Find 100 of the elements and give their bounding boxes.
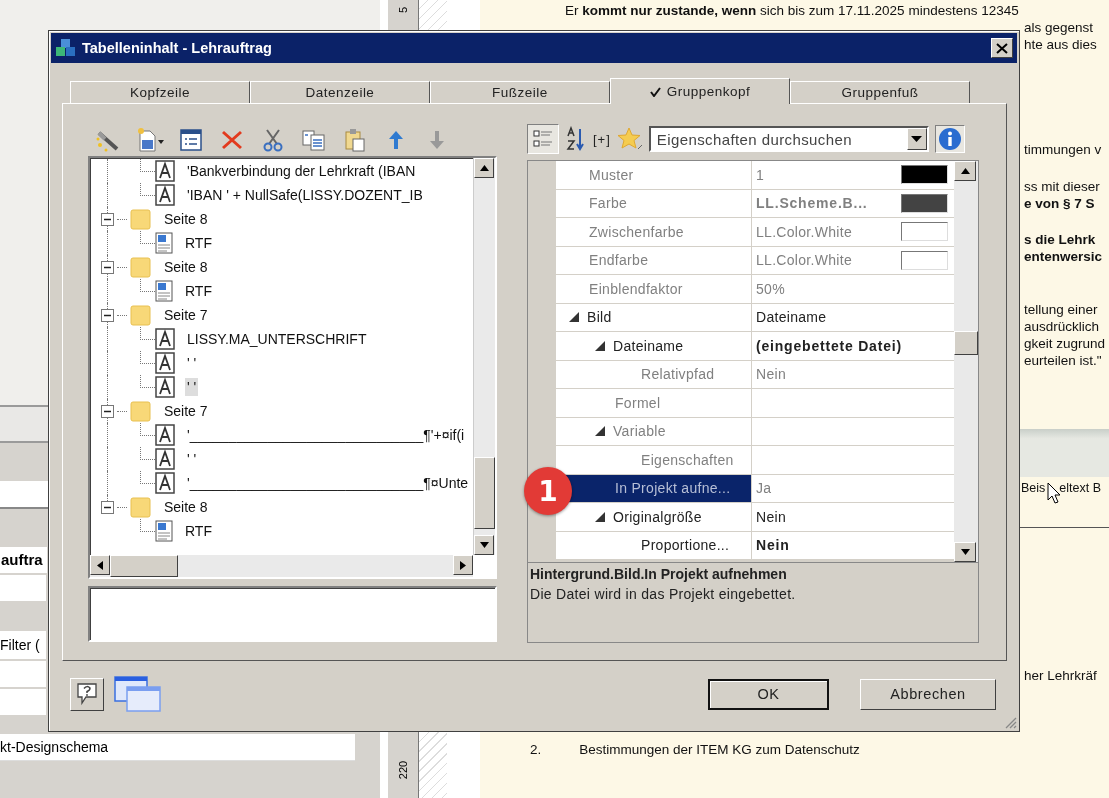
collapse-triangle-icon[interactable] — [595, 511, 605, 522]
close-button[interactable] — [991, 38, 1013, 58]
scroll-thumb[interactable] — [954, 331, 978, 355]
dialog-button[interactable]: OK — [708, 678, 829, 710]
collapse-icon[interactable] — [101, 212, 114, 226]
scroll-down-icon[interactable] — [479, 542, 489, 548]
property-name-cell[interactable]: Muster — [556, 161, 752, 190]
document-text: her Lehrkräf — [1024, 668, 1097, 683]
tree-item[interactable]: Seite 7 — [162, 306, 210, 324]
document-text: e von § 7 S — [1024, 195, 1095, 212]
tree-item[interactable]: 'IBAN ' + NullSafe(LISSY.DOZENT_IB — [185, 186, 425, 204]
property-value-cell[interactable]: 50% — [752, 275, 954, 304]
tree-item[interactable]: Seite 8 — [162, 498, 210, 516]
collapse-icon[interactable] — [101, 500, 114, 514]
folder-icon — [130, 208, 152, 230]
collapse-triangle-icon[interactable] — [595, 426, 605, 437]
collapse-icon[interactable] — [101, 308, 114, 322]
document-text: eurteilen ist." — [1024, 352, 1102, 369]
document-text: hte aus dies — [1024, 36, 1097, 53]
scroll-left-icon[interactable] — [97, 560, 103, 570]
tab[interactable]: Kopfzeile — [70, 81, 250, 103]
tab[interactable]: Datenzeile — [250, 81, 430, 103]
tree-item[interactable]: '______________________________¶'+¤if(i — [185, 426, 467, 444]
tree-item[interactable]: '______________________________¶¤Unte — [185, 474, 471, 492]
property-name-cell[interactable]: Zwischenfarbe — [556, 218, 752, 247]
search-field[interactable]: Eigenschaften durchsuchen — [648, 126, 929, 152]
scroll-thumb[interactable] — [110, 555, 178, 577]
rich-text-icon — [155, 520, 173, 542]
dropdown-icon[interactable] — [911, 136, 923, 142]
tree-item[interactable]: RTF — [183, 282, 214, 300]
property-value-cell[interactable]: Nein — [752, 360, 954, 389]
sort-alphabetical-icon[interactable] — [565, 126, 587, 152]
tree-item[interactable]: RTF — [183, 522, 214, 540]
copy-icon[interactable] — [300, 127, 327, 152]
property-value-cell[interactable]: LL.Color.White — [752, 246, 954, 275]
property-value-cell[interactable]: Nein — [752, 531, 954, 560]
collapse-triangle-icon[interactable] — [569, 312, 579, 323]
window-title: Tabelleninhalt - Lehrauftrag — [82, 40, 272, 56]
property-name-cell[interactable]: Proportione... — [556, 531, 752, 560]
property-name-cell[interactable]: Endfarbe — [556, 246, 752, 275]
tree-item[interactable]: Seite 7 — [162, 402, 210, 420]
property-name-cell[interactable]: Formel — [556, 389, 752, 418]
property-name-cell[interactable]: Originalgröße — [556, 503, 752, 532]
tab[interactable]: Gruppenfuß — [790, 81, 970, 103]
tree-item[interactable]: ' ' — [185, 378, 199, 396]
list-form-icon[interactable] — [178, 127, 203, 152]
info-button[interactable] — [934, 125, 965, 153]
property-value-cell[interactable]: Ja — [752, 474, 954, 503]
categorized-button[interactable] — [527, 124, 559, 154]
property-value-cell[interactable]: LL.Color.White — [752, 218, 954, 247]
delete-icon[interactable] — [219, 128, 244, 151]
document-text: gkeit zugrund — [1024, 335, 1106, 352]
property-value-cell[interactable]: Nein — [752, 503, 954, 532]
scrollbar[interactable] — [954, 161, 978, 562]
property-value-cell[interactable]: LL.Scheme.B... — [752, 189, 954, 218]
tree-item[interactable]: ' ' — [185, 354, 199, 372]
document-text: Beis — [1021, 481, 1046, 495]
collapse-icon[interactable] — [101, 260, 114, 274]
tree-item[interactable]: ' ' — [185, 450, 199, 468]
tab[interactable]: Gruppenkopf — [610, 78, 790, 104]
text-object-icon — [155, 184, 175, 206]
description-title: Hintergrund.Bild.In Projekt aufnehmen — [530, 566, 788, 582]
property-value-cell[interactable]: Dateiname — [752, 303, 954, 332]
help-button[interactable] — [70, 677, 104, 711]
tab[interactable]: Fußzeile — [430, 81, 610, 103]
tree-item[interactable]: Seite 8 — [162, 210, 210, 228]
property-name-cell[interactable]: Farbe — [556, 189, 752, 218]
property-value-cell[interactable] — [752, 446, 954, 475]
property-name-cell[interactable]: Bild — [556, 303, 752, 332]
property-name-cell[interactable]: Dateiname — [556, 332, 752, 361]
property-value-cell[interactable] — [752, 389, 954, 418]
tree-item[interactable]: LISSY.MA_UNTERSCHRIFT — [185, 330, 369, 348]
property-name-cell[interactable]: Einblendfaktor — [556, 275, 752, 304]
collapse-icon[interactable] — [101, 404, 114, 418]
tree-item[interactable]: 'Bankverbindung der Lehrkraft (IBAN — [185, 162, 418, 180]
windows-icon[interactable] — [113, 673, 163, 715]
scrollbar[interactable] — [473, 158, 495, 555]
scroll-up-icon[interactable] — [960, 168, 970, 174]
property-name-cell[interactable]: Relativpfad — [556, 360, 752, 389]
paste-icon[interactable] — [342, 126, 367, 153]
scroll-right-icon[interactable] — [460, 560, 466, 570]
tree-item[interactable]: Seite 8 — [162, 258, 210, 276]
tree-item[interactable]: RTF — [183, 234, 214, 252]
property-value-cell[interactable] — [752, 417, 954, 446]
scrollbar[interactable] — [90, 555, 473, 577]
property-name-cell[interactable]: Eigenschaften — [556, 446, 752, 475]
dialog-button[interactable]: Abbrechen — [860, 678, 996, 710]
list-row — [0, 689, 46, 715]
scroll-thumb[interactable] — [474, 457, 495, 529]
star-icon[interactable] — [616, 126, 643, 152]
collapse-triangle-icon[interactable] — [595, 340, 605, 351]
property-value: LL.Color.White — [756, 252, 853, 269]
expand-all-button[interactable]: [+] — [593, 125, 611, 153]
resize-grip-icon[interactable] — [1003, 715, 1017, 729]
text-object-icon — [155, 160, 175, 182]
property-name-cell[interactable]: Variable — [556, 417, 752, 446]
property-value-cell[interactable]: (eingebettete Datei) — [752, 332, 954, 361]
scroll-down-icon[interactable] — [960, 549, 970, 555]
property-value-cell[interactable]: 1 — [752, 161, 954, 190]
scroll-up-icon[interactable] — [479, 165, 489, 171]
